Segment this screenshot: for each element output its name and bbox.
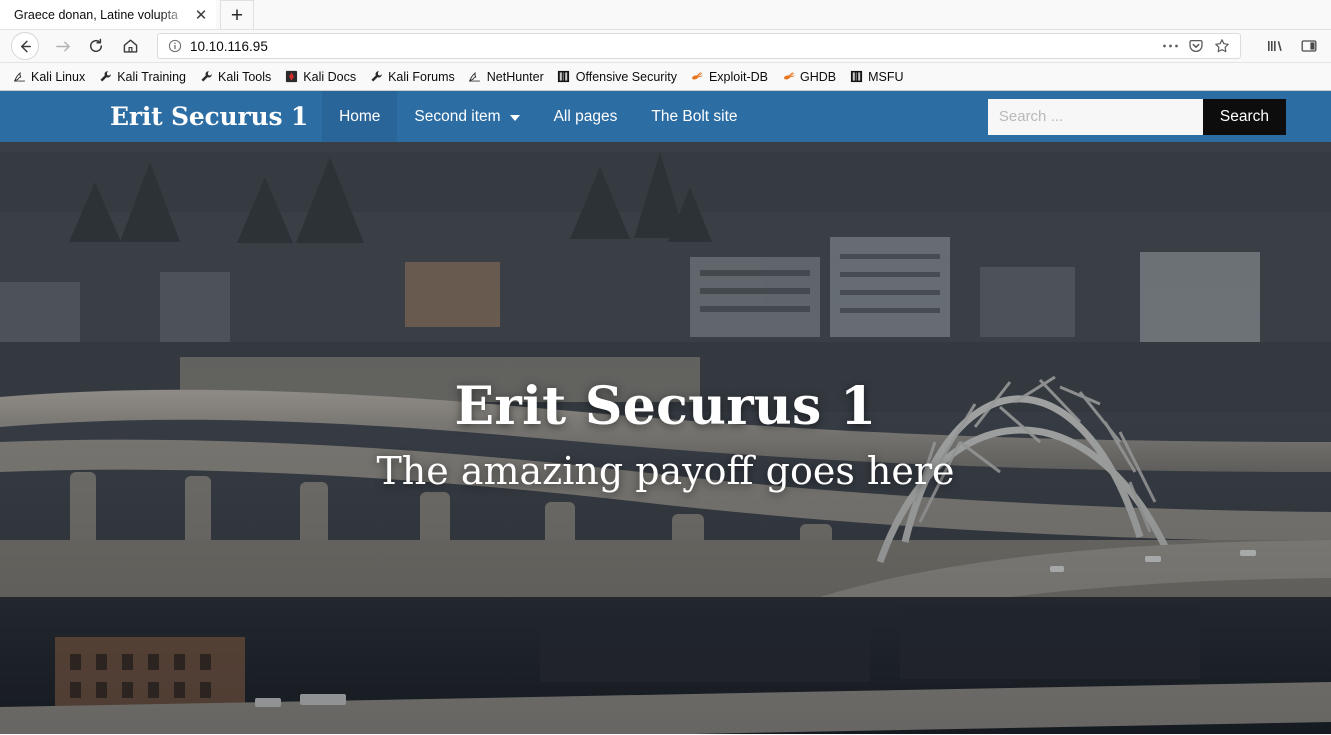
kali-dragon-icon <box>12 70 26 84</box>
back-arrow-icon[interactable] <box>11 32 39 60</box>
offsec-icon <box>849 70 863 84</box>
bookmark-label: Kali Forums <box>388 69 455 84</box>
bookmark-label: Kali Docs <box>303 69 357 84</box>
nav-item-second-item[interactable]: Second item <box>397 91 536 142</box>
bookmark-msfu[interactable]: MSFU <box>843 68 909 86</box>
browser-tab[interactable]: Graece donan, Latine volupta ✕ <box>0 0 216 29</box>
bookmark-offensive-security[interactable]: Offensive Security <box>551 68 683 86</box>
bookmark-exploit-db[interactable]: Exploit-DB <box>684 68 774 86</box>
hero-subtitle: The amazing payoff goes here <box>376 448 955 493</box>
browser-window: Graece donan, Latine volupta ✕ + 10.10.1… <box>0 0 1331 735</box>
home-icon[interactable] <box>113 31 147 61</box>
bookmark-label: GHDB <box>800 69 837 84</box>
reload-icon[interactable] <box>79 31 113 61</box>
bookmark-kali-linux[interactable]: Kali Linux <box>6 68 91 86</box>
site-brand[interactable]: Erit Securus 1 <box>0 91 322 142</box>
page-viewport: Erit Securus 1 Home Second item All page… <box>0 91 1331 734</box>
tab-strip: Graece donan, Latine volupta ✕ + <box>0 0 1331 30</box>
kali-docs-icon <box>284 70 298 84</box>
nav-item-label: Second item <box>414 107 501 125</box>
nav-item-all-pages[interactable]: All pages <box>537 91 635 142</box>
bookmark-ghdb[interactable]: GHDB <box>775 68 842 86</box>
wrench-icon <box>98 70 112 84</box>
nav-item-home[interactable]: Home <box>322 91 398 142</box>
search-button[interactable]: Search <box>1202 98 1286 135</box>
bookmark-kali-training[interactable]: Kali Training <box>92 68 192 86</box>
hero-copy: Erit Securus 1 The amazing payoff goes h… <box>0 376 1331 493</box>
ellipsis-icon[interactable] <box>1158 35 1182 57</box>
info-circle-icon[interactable] <box>168 39 182 53</box>
star-icon[interactable] <box>1210 35 1234 57</box>
bookmark-kali-tools[interactable]: Kali Tools <box>193 68 277 86</box>
site-nav-items: Home Second item All pages The Bolt site <box>322 91 754 142</box>
nav-item-label: The Bolt site <box>651 107 738 125</box>
bookmark-label: Exploit-DB <box>708 69 768 84</box>
nav-item-the-bolt-site[interactable]: The Bolt site <box>634 91 754 142</box>
bookmarks-bar: Kali Linux Kali Training Kali Tools Kali… <box>0 63 1331 91</box>
wrench-icon <box>199 70 213 84</box>
chevron-down-icon <box>509 114 520 121</box>
site-search-form: Search <box>987 91 1331 142</box>
bookmark-label: NetHunter <box>486 69 544 84</box>
sidebar-toggle-icon[interactable] <box>1293 31 1325 61</box>
bookmark-nethunter[interactable]: NetHunter <box>462 68 550 86</box>
address-bar-actions <box>1158 35 1234 57</box>
offsec-icon <box>557 70 571 84</box>
browser-toolbar: 10.10.116.95 <box>0 30 1331 63</box>
bookmark-label: Kali Tools <box>218 69 272 84</box>
bookmark-label: MSFU <box>868 69 904 84</box>
kali-dragon-icon <box>468 70 482 84</box>
search-input[interactable] <box>987 98 1203 135</box>
exploitdb-icon <box>781 70 795 84</box>
bookmark-label: Kali Training <box>117 69 186 84</box>
library-icon[interactable] <box>1259 31 1291 61</box>
new-tab-button[interactable]: + <box>220 0 254 29</box>
hero-banner: Erit Securus 1 The amazing payoff goes h… <box>0 142 1331 734</box>
bookmark-kali-docs[interactable]: Kali Docs <box>278 68 362 86</box>
site-navbar: Erit Securus 1 Home Second item All page… <box>0 91 1331 142</box>
forward-arrow-icon <box>45 31 79 61</box>
wrench-icon <box>369 70 383 84</box>
bookmark-label: Offensive Security <box>575 69 677 84</box>
exploitdb-icon <box>690 70 704 84</box>
close-icon[interactable]: ✕ <box>192 6 210 24</box>
bookmark-label: Kali Linux <box>31 69 86 84</box>
nav-item-label: All pages <box>553 107 618 125</box>
hero-title: Erit Securus 1 <box>454 376 877 437</box>
tab-title: Graece donan, Latine volupta <box>14 8 179 22</box>
pocket-icon[interactable] <box>1184 35 1208 57</box>
address-bar[interactable]: 10.10.116.95 <box>157 33 1241 59</box>
url-text[interactable]: 10.10.116.95 <box>190 39 1158 54</box>
toolbar-right-actions <box>1247 31 1325 61</box>
nav-item-label: Home <box>339 107 381 125</box>
bookmark-kali-forums[interactable]: Kali Forums <box>363 68 461 86</box>
